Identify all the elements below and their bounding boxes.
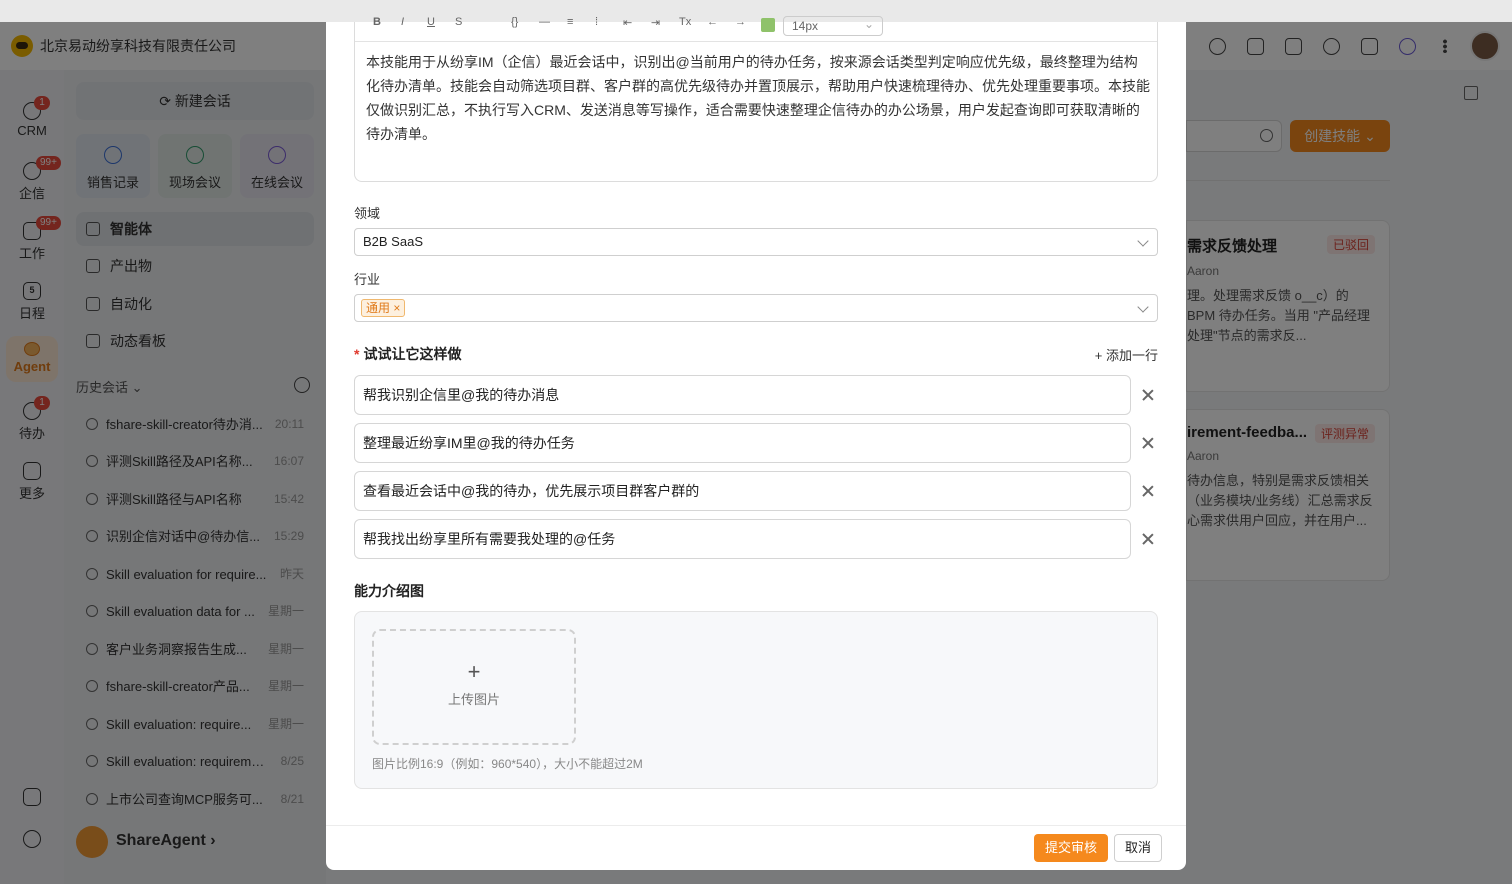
underline-icon[interactable]: U bbox=[427, 16, 435, 28]
image-upload-area: + 上传图片 图片比例16:9（例如：960*540），大小不能超过2M bbox=[354, 611, 1158, 789]
domain-label: 领域 bbox=[354, 206, 381, 221]
upload-hint: 图片比例16:9（例如：960*540），大小不能超过2M bbox=[372, 757, 643, 771]
code-icon[interactable]: {} bbox=[511, 16, 518, 28]
industry-tag: 通用 × bbox=[361, 299, 406, 317]
close-icon[interactable] bbox=[1142, 485, 1154, 497]
bullet-list-icon[interactable]: ≡ bbox=[567, 16, 573, 28]
try-input[interactable]: 查看最近会话中@我的待办，优先展示项目群客户群的 bbox=[354, 471, 1131, 511]
industry-tag-text: 通用 bbox=[366, 301, 391, 315]
indent-icon[interactable]: ⇥ bbox=[651, 16, 660, 29]
description-editor[interactable]: B I U S {} — ≡ ⁞ ⇤ ⇥ Tx ← → 14px ⌄ 本技能用于从… bbox=[354, 16, 1158, 182]
industry-label: 行业 bbox=[354, 272, 381, 287]
plus-icon: + bbox=[467, 659, 481, 684]
chevron-down-icon: ⌄ bbox=[863, 17, 874, 31]
bold-icon[interactable]: B bbox=[373, 16, 381, 28]
submit-review-button[interactable]: 提交审核 bbox=[1034, 834, 1108, 862]
try-section-title: * 试试让它这样做 bbox=[354, 344, 461, 364]
chevron-down-icon bbox=[1137, 235, 1149, 247]
add-row-button[interactable]: + 添加一行 bbox=[1095, 345, 1158, 364]
upload-image-button[interactable]: + 上传图片 bbox=[372, 629, 576, 745]
close-icon[interactable] bbox=[1142, 533, 1154, 545]
redo-icon[interactable]: → bbox=[735, 16, 746, 28]
try-input[interactable]: 帮我找出纷享里所有需要我处理的@任务 bbox=[354, 519, 1131, 559]
ordered-list-icon[interactable]: ⁞ bbox=[595, 16, 598, 28]
clear-format-icon[interactable]: Tx bbox=[679, 16, 691, 28]
chevron-down-icon bbox=[1137, 301, 1149, 313]
divider-line-icon[interactable]: — bbox=[539, 16, 550, 28]
font-size-value: 14px bbox=[792, 19, 819, 33]
domain-value: B2B SaaS bbox=[363, 234, 423, 249]
strikethrough-icon[interactable]: S bbox=[455, 16, 462, 28]
editor-toolbar: B I U S {} — ≡ ⁞ ⇤ ⇥ Tx ← → 14px ⌄ bbox=[355, 16, 1157, 42]
italic-icon[interactable]: I bbox=[401, 16, 404, 28]
cancel-button[interactable]: 取消 bbox=[1114, 834, 1162, 862]
close-icon[interactable] bbox=[1142, 437, 1154, 449]
os-menubar bbox=[0, 0, 1512, 22]
upload-label: 上传图片 bbox=[447, 692, 500, 707]
description-text[interactable]: 本技能用于从纷享IM（企信）最近会话中，识别出@当前用户的待办任务，按来源会话类… bbox=[366, 50, 1150, 146]
domain-select[interactable]: B2B SaaS bbox=[354, 228, 1158, 256]
industry-select[interactable]: 通用 × bbox=[354, 294, 1158, 322]
image-icon[interactable] bbox=[761, 18, 775, 32]
font-size-select[interactable]: 14px ⌄ bbox=[783, 16, 883, 36]
required-marker: * bbox=[354, 346, 360, 362]
undo-icon[interactable]: ← bbox=[707, 16, 718, 28]
try-title-text: 试试让它这样做 bbox=[363, 346, 462, 362]
try-input[interactable]: 帮我识别企信里@我的待办消息 bbox=[354, 375, 1131, 415]
close-icon[interactable] bbox=[1142, 389, 1154, 401]
outdent-icon[interactable]: ⇤ bbox=[623, 16, 632, 29]
image-section-title: 能力介绍图 bbox=[354, 583, 424, 599]
try-input[interactable]: 整理最近纷享IM里@我的待办任务 bbox=[354, 423, 1131, 463]
modal-footer: 提交审核 取消 bbox=[326, 825, 1186, 870]
skill-form-modal: B I U S {} — ≡ ⁞ ⇤ ⇥ Tx ← → 14px ⌄ 本技能用于从… bbox=[326, 16, 1186, 870]
close-icon[interactable]: × bbox=[393, 301, 400, 315]
